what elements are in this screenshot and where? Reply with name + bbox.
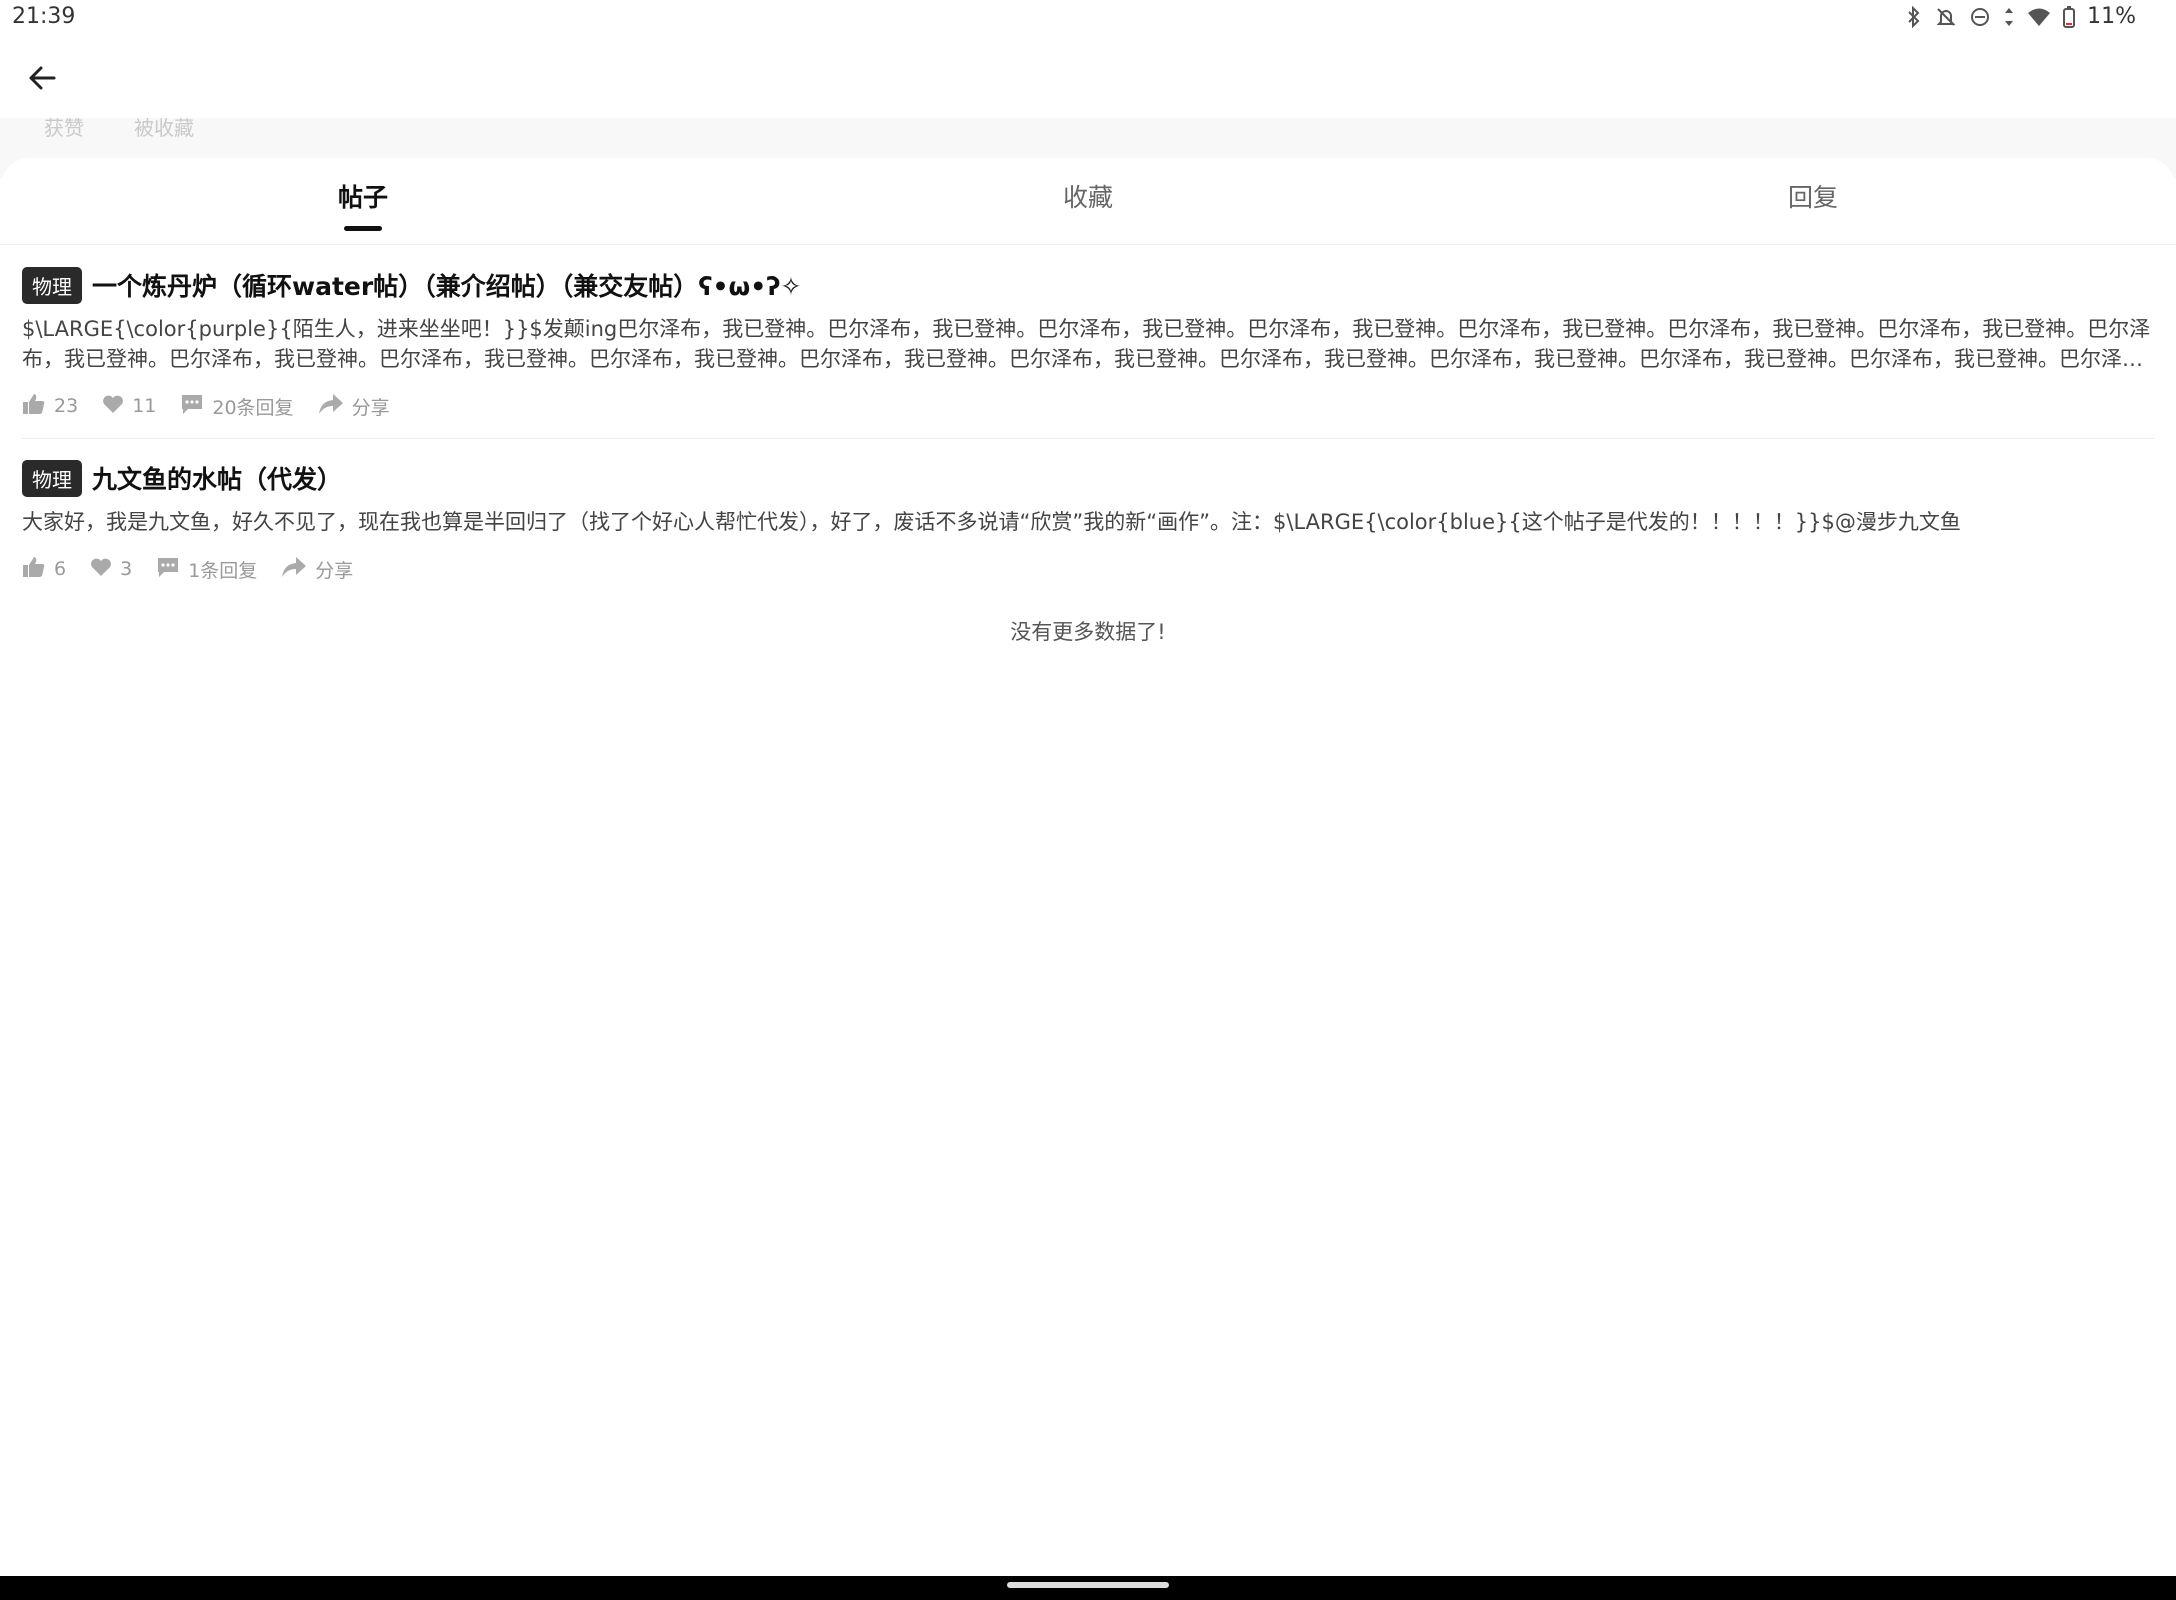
do-not-disturb-icon xyxy=(1969,6,1991,28)
app-bar xyxy=(0,40,2176,118)
tab-indicator xyxy=(344,226,382,231)
arrow-back-icon xyxy=(27,63,57,97)
post-category-tag: 物理 xyxy=(22,266,82,304)
back-button[interactable] xyxy=(22,60,62,100)
tab-replies[interactable]: 回复 xyxy=(1788,178,1838,214)
share-label: 分享 xyxy=(315,559,354,582)
comment-icon xyxy=(180,393,212,420)
like-count: 6 xyxy=(54,558,67,580)
wifi-icon xyxy=(2027,6,2051,28)
favorite-count: 11 xyxy=(132,395,157,417)
like-button[interactable]: 23 xyxy=(22,393,78,420)
like-count: 23 xyxy=(54,395,79,417)
heart-icon xyxy=(90,557,120,582)
share-arrow-icon xyxy=(281,556,315,583)
post-body: 大家好，我是九文鱼，好久不见了，现在我也算是半回归了（找了个好心人帮忙代发），好… xyxy=(22,510,1961,534)
battery-icon xyxy=(2063,5,2076,28)
reply-count: 1条回复 xyxy=(188,559,258,582)
reply-button[interactable]: 1条回复 xyxy=(156,556,257,583)
share-arrow-icon xyxy=(318,393,352,420)
post-title-row: 物理 九文鱼的水帖（代发） xyxy=(22,459,2154,497)
post-category-tag: 物理 xyxy=(22,459,82,497)
tab-bar: 帖子 收藏 回复 xyxy=(0,158,2176,245)
notifications-off-icon xyxy=(1935,6,1957,28)
share-button[interactable]: 分享 xyxy=(281,556,353,583)
share-label: 分享 xyxy=(351,396,390,419)
tab-favorites[interactable]: 收藏 xyxy=(1063,178,1113,214)
thumb-up-icon xyxy=(22,556,54,583)
post-item[interactable]: 物理 九文鱼的水帖（代发） 大家好，我是九文鱼，好久不见了，现在我也算是半回归了… xyxy=(22,459,2154,585)
post-title[interactable]: 一个炼丹炉（循环water帖）（兼介绍帖）（兼交友帖）ʕ•ω•ʔ✧ xyxy=(92,267,801,303)
reply-count: 20条回复 xyxy=(212,396,294,419)
favorite-button[interactable]: 3 xyxy=(90,557,132,582)
favorite-button[interactable]: 11 xyxy=(102,394,156,419)
status-icons: 11% xyxy=(1905,4,2136,29)
battery-percentage: 11% xyxy=(2087,4,2136,29)
data-arrows-icon xyxy=(2003,6,2015,28)
profile-stat-favorites-label: 被收藏 xyxy=(134,118,194,140)
navigation-bar xyxy=(0,1576,2176,1600)
post-divider xyxy=(22,438,2154,439)
share-button[interactable]: 分享 xyxy=(318,393,390,420)
status-bar: 21:39 11% xyxy=(0,0,2176,40)
bluetooth-icon xyxy=(1905,5,1923,28)
thumb-up-icon xyxy=(22,393,54,420)
comment-icon xyxy=(156,556,188,583)
favorite-count: 3 xyxy=(120,558,133,580)
no-more-data-text: 没有更多数据了! xyxy=(1010,620,1166,644)
profile-stat-likes-label: 获赞 xyxy=(44,118,84,140)
post-body: $\LARGE{\color{purple}{陌生人，进来坐坐吧！}}$发颠in… xyxy=(22,317,2151,371)
post-actions: 23 11 20条回复 分享 xyxy=(22,390,2154,422)
home-gesture-handle[interactable] xyxy=(1007,1582,1169,1588)
post-actions: 6 3 1条回复 分享 xyxy=(22,553,2154,585)
post-title-row: 物理 一个炼丹炉（循环water帖）（兼介绍帖）（兼交友帖）ʕ•ω•ʔ✧ xyxy=(22,266,2154,304)
post-item[interactable]: 物理 一个炼丹炉（循环water帖）（兼介绍帖）（兼交友帖）ʕ•ω•ʔ✧ $\L… xyxy=(22,266,2154,422)
status-time: 21:39 xyxy=(12,4,76,29)
like-button[interactable]: 6 xyxy=(22,556,66,583)
heart-icon xyxy=(102,394,132,419)
tab-posts[interactable]: 帖子 xyxy=(338,178,388,214)
post-title[interactable]: 九文鱼的水帖（代发） xyxy=(92,460,342,496)
reply-button[interactable]: 20条回复 xyxy=(180,393,294,420)
